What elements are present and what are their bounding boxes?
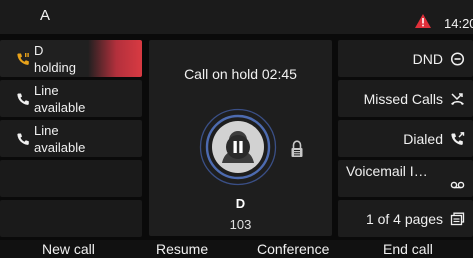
softkey-bar: New call Resume Conference End call <box>0 240 473 258</box>
missed-calls-key[interactable]: Missed Calls <box>338 80 473 117</box>
line-key-4[interactable] <box>0 160 142 197</box>
warning-triangle-icon[interactable] <box>415 14 431 28</box>
line-key-3-label: Line available <box>34 122 85 156</box>
line-key-3[interactable]: Line available <box>0 120 142 157</box>
line-key-2[interactable]: Line available <box>0 80 142 117</box>
dnd-label: DND <box>412 51 443 67</box>
page-indicator-key[interactable]: 1 of 4 pages <box>338 200 473 237</box>
phone-hold-icon <box>17 53 29 65</box>
line-key-3-name: Line <box>34 123 59 138</box>
caller-number: 103 <box>229 217 252 232</box>
line-key-1-label: D holding <box>34 42 76 76</box>
voicemail-key[interactable]: Voicemail I… <box>338 160 473 197</box>
line-key-2-label: Line available <box>34 82 85 116</box>
line-key-3-state: available <box>34 140 86 155</box>
line-key-1-name: D <box>34 43 44 58</box>
phone-icon <box>17 93 29 105</box>
clock-time: 14:20 <box>444 16 473 31</box>
outgoing-call-icon <box>451 132 465 145</box>
line-key-5[interactable] <box>0 200 142 237</box>
line-key-2-state: available <box>34 100 86 115</box>
call-status: Call on hold 02:45 <box>184 66 297 82</box>
line-key-2-name: Line <box>34 83 59 98</box>
dialed-key[interactable]: Dialed <box>338 120 473 157</box>
missed-calls-label: Missed Calls <box>363 91 443 107</box>
pages-icon <box>450 212 465 226</box>
phone-screen: A 14:20 D holding Line available Line av… <box>0 0 473 258</box>
voicemail-label: Voicemail I… <box>346 163 428 179</box>
account-label: A <box>40 7 51 24</box>
caller-name: D <box>235 196 246 211</box>
status-bar: A 14:20 <box>0 0 473 34</box>
conference-softkey[interactable]: Conference <box>257 241 329 257</box>
lock-icon <box>291 140 303 157</box>
call-panel: Call on hold 02:45 D 103 <box>149 40 332 236</box>
dialed-label: Dialed <box>403 131 443 147</box>
missed-call-icon <box>451 93 464 105</box>
line-key-1-state: holding <box>34 60 76 75</box>
minus-circle-icon <box>450 52 465 66</box>
page-indicator-label: 1 of 4 pages <box>365 211 443 227</box>
resume-softkey[interactable]: Resume <box>156 241 208 257</box>
person-pause-icon[interactable] <box>199 108 277 186</box>
end-call-softkey[interactable]: End call <box>383 241 433 257</box>
line-key-1[interactable]: D holding <box>0 40 142 77</box>
dnd-key[interactable]: DND <box>338 40 473 77</box>
phone-icon <box>17 133 29 145</box>
new-call-softkey[interactable]: New call <box>42 241 95 257</box>
voicemail-icon <box>450 181 465 189</box>
